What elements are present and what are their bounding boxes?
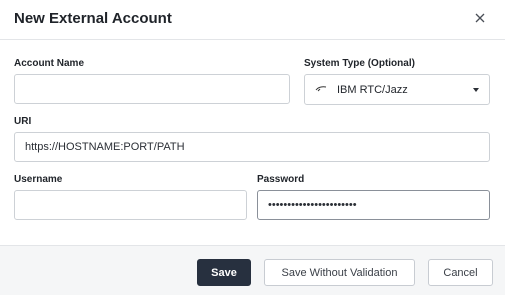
dialog-title: New External Account	[14, 10, 172, 27]
password-label: Password	[257, 174, 305, 185]
password-input[interactable]	[257, 190, 490, 220]
account-name-label: Account Name	[14, 58, 85, 69]
dialog-footer: Save Save Without Validation Cancel	[0, 245, 505, 295]
new-external-account-dialog: New External Account Account Name System…	[0, 0, 505, 295]
dialog-header: New External Account	[0, 0, 505, 40]
save-button[interactable]: Save	[197, 259, 251, 286]
chevron-down-icon	[473, 87, 479, 92]
cancel-button[interactable]: Cancel	[428, 259, 493, 286]
save-without-validation-button[interactable]: Save Without Validation	[264, 259, 415, 286]
system-type-value: IBM RTC/Jazz	[337, 83, 408, 96]
uri-input[interactable]	[14, 132, 490, 162]
close-icon[interactable]	[471, 9, 489, 27]
uri-label: URI	[14, 116, 32, 127]
username-label: Username	[14, 174, 63, 185]
close-icon-glyph	[475, 13, 485, 23]
account-name-input[interactable]	[14, 74, 290, 104]
username-input[interactable]	[14, 190, 247, 220]
system-type-label: System Type (Optional)	[304, 58, 415, 69]
jazz-logo-icon	[315, 85, 329, 95]
system-type-select[interactable]: IBM RTC/Jazz	[304, 74, 490, 105]
